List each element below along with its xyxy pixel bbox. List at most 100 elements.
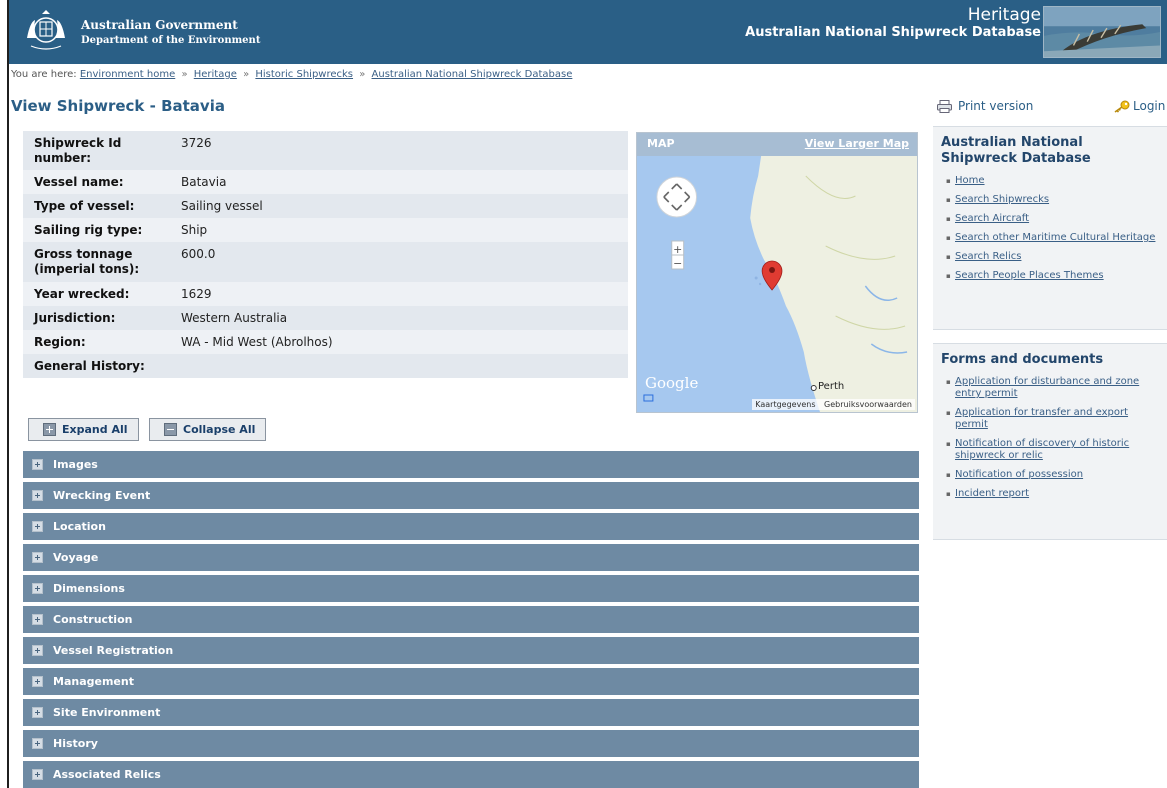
location-map[interactable]: MAP View Larger Map + − Google Perth Kaa…: [636, 132, 918, 413]
map-terms-link[interactable]: Gebruiksvoorwaarden: [824, 400, 912, 409]
sidebar-item-home: Home: [946, 175, 1157, 187]
login-label: Login: [1133, 99, 1166, 113]
login-link[interactable]: Login: [1114, 99, 1165, 113]
detail-row: Region: WA - Mid West (Abrolhos): [23, 330, 628, 354]
map-label: MAP: [647, 137, 675, 150]
detail-label: General History:: [34, 359, 145, 373]
form-item: Notification of discovery of historic sh…: [946, 438, 1157, 462]
section-label: Vessel Registration: [53, 644, 174, 657]
expand-all-button[interactable]: Expand All: [28, 418, 139, 441]
section-header-history[interactable]: History: [23, 730, 919, 757]
detail-label: Vessel name:: [34, 175, 124, 189]
section-header-location[interactable]: Location: [23, 513, 919, 540]
detail-label: Region:: [34, 335, 86, 349]
detail-value: Western Australia: [181, 311, 288, 325]
section-label: History: [53, 737, 98, 750]
sidebar-item-search-people-places-themes: Search People Places Themes: [946, 270, 1157, 282]
collapse-all-button[interactable]: Collapse All: [149, 418, 267, 441]
section-label: Location: [53, 520, 106, 533]
breadcrumb-link[interactable]: Heritage: [194, 69, 237, 80]
gov-name: Australian Government: [81, 18, 238, 32]
expand-plus-icon: [32, 459, 43, 470]
sidebar-link[interactable]: Search Relics: [955, 251, 1021, 262]
breadcrumb-prefix: You are here:: [11, 69, 77, 80]
breadcrumb-separator: »: [181, 69, 188, 80]
map-data-link[interactable]: Kaartgegevens: [755, 400, 815, 409]
forms-title: Forms and documents: [941, 352, 1104, 367]
expand-plus-icon: [32, 676, 43, 687]
form-item: Incident report: [946, 488, 1157, 500]
detail-row: Jurisdiction: Western Australia: [23, 306, 628, 330]
page-title: View Shipwreck - Batavia: [11, 97, 225, 115]
section-header-wrecking-event[interactable]: Wrecking Event: [23, 482, 919, 509]
coat-of-arms-logo[interactable]: [23, 8, 69, 54]
sidebar-link[interactable]: Search People Places Themes: [955, 270, 1104, 281]
expand-plus-icon: [32, 707, 43, 718]
breadcrumb-link[interactable]: Historic Shipwrecks: [255, 69, 353, 80]
sidebar-item-search-relics: Search Relics: [946, 251, 1157, 263]
sidebar-item-search-maritime-heritage: Search other Maritime Cultural Heritage: [946, 232, 1157, 244]
sidebar-link[interactable]: Search other Maritime Cultural Heritage: [955, 232, 1155, 243]
section-label: Voyage: [53, 551, 99, 564]
detail-row: Type of vessel: Sailing vessel: [23, 194, 628, 218]
breadcrumb-link[interactable]: Environment home: [80, 69, 175, 80]
section-header-vessel-registration[interactable]: Vessel Registration: [23, 637, 919, 664]
detail-row: Sailing rig type: Ship: [23, 218, 628, 242]
section-label: Dimensions: [53, 582, 125, 595]
detail-value: Ship: [181, 223, 208, 237]
section-label: Images: [53, 458, 98, 471]
view-larger-map-link[interactable]: View Larger Map: [805, 137, 909, 150]
form-link[interactable]: Notification of discovery of historic sh…: [955, 438, 1129, 461]
expand-icon: [43, 423, 56, 436]
form-link[interactable]: Notification of possession: [955, 469, 1083, 480]
breadcrumb-link[interactable]: Australian National Shipwreck Database: [372, 69, 573, 80]
form-item: Application for disturbance and zone ent…: [946, 376, 1157, 400]
pan-control[interactable]: [656, 176, 698, 218]
shipwreck-details: Shipwreck Id number: 3726 Vessel name: B…: [23, 131, 628, 378]
map-header: MAP View Larger Map: [637, 133, 917, 156]
detail-value: Batavia: [181, 175, 227, 189]
expand-plus-icon: [32, 645, 43, 656]
database-title[interactable]: Australian National Shipwreck Database: [745, 25, 1041, 41]
section-header-voyage[interactable]: Voyage: [23, 544, 919, 571]
section-label: Associated Relics: [53, 768, 161, 781]
print-version-label: Print version: [958, 99, 1034, 113]
sidebar-link[interactable]: Home: [955, 175, 985, 186]
sidebar-link[interactable]: Search Aircraft: [955, 213, 1029, 224]
zoom-in-button[interactable]: +: [673, 243, 682, 256]
section-header-site-environment[interactable]: Site Environment: [23, 699, 919, 726]
expand-plus-icon: [32, 521, 43, 532]
shipwreck-photo: [1043, 6, 1161, 58]
city-label: Perth: [818, 381, 845, 392]
print-version-link[interactable]: Print version: [937, 99, 1033, 113]
form-link[interactable]: Application for disturbance and zone ent…: [955, 376, 1139, 399]
detail-row: Gross tonnage (imperial tons): 600.0: [23, 242, 628, 282]
sidebar-link[interactable]: Search Shipwrecks: [955, 194, 1049, 205]
section-header-management[interactable]: Management: [23, 668, 919, 695]
section-header-dimensions[interactable]: Dimensions: [23, 575, 919, 602]
breadcrumb: You are here: Environment home » Heritag…: [11, 69, 572, 80]
section-header-associated-relics[interactable]: Associated Relics: [23, 761, 919, 788]
detail-value: Sailing vessel: [181, 199, 263, 213]
collapse-all-label: Collapse All: [183, 423, 256, 436]
breadcrumb-separator: »: [359, 69, 366, 80]
detail-label: Shipwreck Id number:: [34, 136, 122, 165]
zoom-out-button[interactable]: −: [673, 257, 682, 270]
detail-value: 3726: [181, 136, 212, 150]
sidebar-forms: Forms and documents Application for dist…: [933, 343, 1167, 540]
section-label: Wrecking Event: [53, 489, 151, 502]
sidebar-nav-title: Australian National Shipwreck Database: [941, 135, 1091, 166]
breadcrumb-separator: »: [243, 69, 250, 80]
detail-label: Year wrecked:: [34, 287, 130, 301]
sidebar-item-search-aircraft: Search Aircraft: [946, 213, 1157, 225]
form-link[interactable]: Application for transfer and export perm…: [955, 407, 1128, 430]
section-header-images[interactable]: Images: [23, 451, 919, 478]
section-header-construction[interactable]: Construction: [23, 606, 919, 633]
expand-plus-icon: [32, 738, 43, 749]
detail-label: Jurisdiction:: [34, 311, 116, 325]
heritage-title[interactable]: Heritage: [745, 6, 1041, 25]
sidebar-item-search-shipwrecks: Search Shipwrecks: [946, 194, 1157, 206]
form-link[interactable]: Incident report: [955, 488, 1029, 499]
expand-plus-icon: [32, 552, 43, 563]
department-name: Department of the Environment: [81, 35, 261, 46]
